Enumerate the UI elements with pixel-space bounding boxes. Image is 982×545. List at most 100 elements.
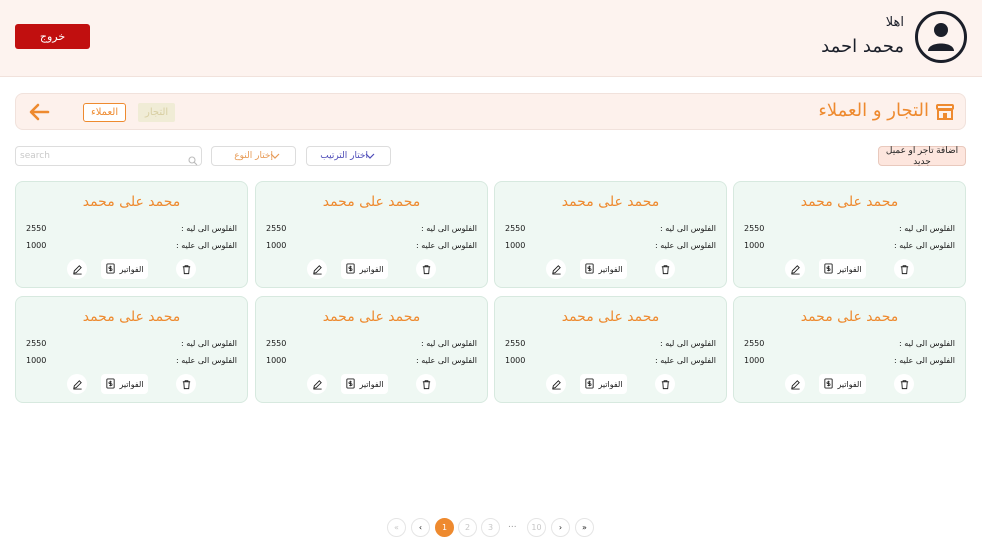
- merchant-card: محمد على محمد الفلوس الى ليه : 2550 الفلوس …: [733, 296, 966, 403]
- delete-button[interactable]: [176, 374, 196, 394]
- pencil-icon: [312, 375, 323, 394]
- type-select[interactable]: إختار النوع: [211, 146, 296, 166]
- owing-label: الفلوس الى عليه :: [415, 241, 477, 250]
- invoices-button-label: الفواتير: [837, 264, 862, 274]
- search-icon[interactable]: [188, 151, 198, 170]
- page-title: التجار و العملاء: [818, 100, 929, 121]
- edit-button[interactable]: [307, 374, 327, 394]
- card-name: محمد على محمد: [800, 194, 899, 210]
- merchant-card: محمد على محمد الفلوس الى ليه : 2550 الفلوس …: [733, 181, 966, 288]
- delete-button[interactable]: [655, 259, 675, 279]
- delete-button[interactable]: [416, 374, 436, 394]
- edit-button[interactable]: [67, 259, 87, 279]
- invoices-button-label: الفواتير: [359, 264, 384, 274]
- delete-button[interactable]: [176, 259, 196, 279]
- invoices-button[interactable]: الفواتير: [341, 374, 388, 394]
- invoices-button-label: الفواتير: [598, 264, 623, 274]
- pencil-icon: [72, 260, 83, 279]
- trash-icon: [181, 375, 192, 394]
- tab-clients[interactable]: العملاء: [83, 103, 127, 122]
- header: خروج اهلا محمد احمد: [0, 0, 982, 77]
- invoice-icon: [345, 262, 356, 276]
- merchant-card: محمد على محمد الفلوس الى ليه : 2550 الفلوس …: [255, 296, 488, 403]
- edit-button[interactable]: [307, 259, 327, 279]
- trash-icon: [899, 260, 910, 279]
- delete-button[interactable]: [894, 259, 914, 279]
- user-avatar-icon[interactable]: [915, 11, 967, 63]
- pagination-page-1[interactable]: 1: [435, 518, 454, 537]
- store-icon: [935, 102, 955, 126]
- owing-value: 1000: [266, 241, 287, 250]
- add-merchant-client-button[interactable]: اضافة تاجر او عميل جديد: [878, 145, 966, 166]
- back-arrow-icon[interactable]: [28, 101, 50, 127]
- owing-label: الفلوس الى عليه :: [893, 241, 955, 250]
- edit-button[interactable]: [785, 374, 805, 394]
- search-input[interactable]: [20, 149, 180, 163]
- owed-label: الفلوس الى ليه :: [659, 224, 716, 233]
- tab-merchants[interactable]: التجار: [138, 103, 176, 122]
- owed-value: 2550: [744, 339, 765, 348]
- pencil-icon: [312, 260, 323, 279]
- trash-icon: [660, 375, 671, 394]
- page-titlebar: التجار و العملاء العملاء التجار: [15, 93, 966, 130]
- invoice-icon: [584, 377, 595, 391]
- owing-label: الفلوس الى عليه :: [654, 241, 716, 250]
- pencil-icon: [551, 260, 562, 279]
- invoice-icon: [584, 262, 595, 276]
- user-name: محمد احمد: [821, 36, 904, 57]
- owing-label: الفلوس الى عليه :: [654, 356, 716, 365]
- pagination-page-10[interactable]: 10: [527, 518, 546, 537]
- invoices-button[interactable]: الفواتير: [101, 374, 148, 394]
- pagination-ellipsis: ...: [508, 520, 517, 530]
- edit-button[interactable]: [785, 259, 805, 279]
- invoices-button[interactable]: الفواتير: [341, 259, 388, 279]
- owed-label: الفلوس الى ليه :: [180, 224, 237, 233]
- card-name: محمد على محمد: [561, 194, 660, 210]
- chevron-down-icon: [365, 151, 375, 164]
- delete-button[interactable]: [655, 374, 675, 394]
- search-box[interactable]: [15, 146, 202, 166]
- owed-value: 2550: [744, 224, 765, 233]
- chevron-down-icon: [270, 151, 280, 164]
- pencil-icon: [790, 260, 801, 279]
- merchant-card: محمد على محمد الفلوس الى ليه : 2550 الفلوس …: [255, 181, 488, 288]
- trash-icon: [421, 375, 432, 394]
- edit-button[interactable]: [546, 374, 566, 394]
- sort-select[interactable]: اختار الترتيب: [306, 146, 391, 166]
- owing-label: الفلوس الى عليه :: [893, 356, 955, 365]
- invoices-button[interactable]: الفواتير: [580, 374, 627, 394]
- pagination-last-button[interactable]: »: [575, 518, 594, 537]
- card-name: محمد على محمد: [800, 309, 899, 325]
- owing-value: 1000: [505, 356, 526, 365]
- invoices-button[interactable]: الفواتير: [819, 374, 866, 394]
- pagination-first-button[interactable]: «: [387, 518, 406, 537]
- invoice-icon: [345, 377, 356, 391]
- merchant-card: محمد على محمد الفلوس الى ليه : 2550 الفلوس …: [15, 181, 248, 288]
- trash-icon: [421, 260, 432, 279]
- delete-button[interactable]: [416, 259, 436, 279]
- edit-button[interactable]: [67, 374, 87, 394]
- pagination-prev-button[interactable]: ‹: [411, 518, 430, 537]
- owed-value: 2550: [505, 224, 526, 233]
- owing-value: 1000: [26, 356, 47, 365]
- invoices-button[interactable]: الفواتير: [580, 259, 627, 279]
- pagination-page-2[interactable]: 2: [458, 518, 477, 537]
- logout-button[interactable]: خروج: [15, 24, 90, 49]
- owed-label: الفلوس الى ليه :: [898, 339, 955, 348]
- card-name: محمد على محمد: [82, 194, 181, 210]
- invoices-button-label: الفواتير: [598, 379, 623, 389]
- invoices-button[interactable]: الفواتير: [101, 259, 148, 279]
- owing-value: 1000: [266, 356, 287, 365]
- pagination-page-3[interactable]: 3: [481, 518, 500, 537]
- owed-label: الفلوس الى ليه :: [898, 224, 955, 233]
- pencil-icon: [551, 375, 562, 394]
- edit-button[interactable]: [546, 259, 566, 279]
- invoices-button[interactable]: الفواتير: [819, 259, 866, 279]
- owing-value: 1000: [744, 241, 765, 250]
- trash-icon: [660, 260, 671, 279]
- pencil-icon: [790, 375, 801, 394]
- owing-label: الفلوس الى عليه :: [415, 356, 477, 365]
- pagination-next-button[interactable]: ›: [551, 518, 570, 537]
- delete-button[interactable]: [894, 374, 914, 394]
- sort-select-label: اختار الترتيب: [320, 151, 368, 161]
